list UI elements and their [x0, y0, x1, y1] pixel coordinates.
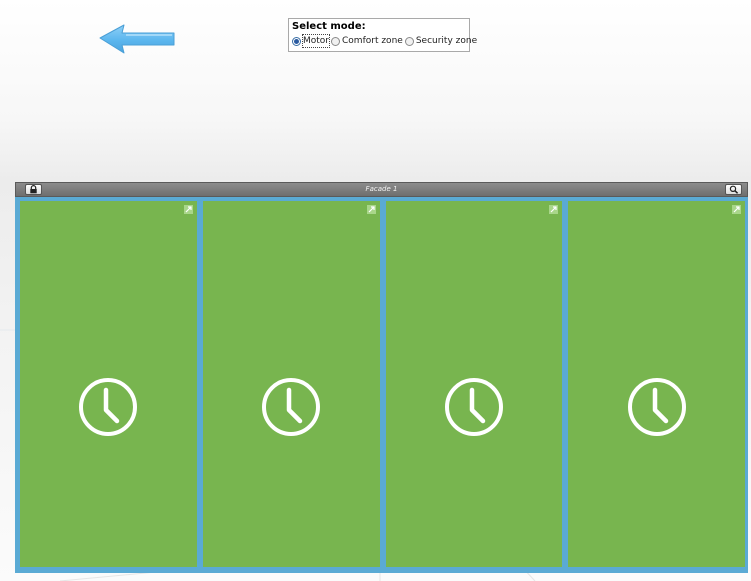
expand-icon[interactable]	[732, 205, 741, 214]
expand-icon[interactable]	[366, 205, 376, 214]
mode-option-comfort-zone[interactable]: Comfort zone	[331, 35, 403, 47]
mode-option-security-zone[interactable]: Security zone	[404, 35, 478, 47]
back-arrow-icon	[99, 24, 175, 54]
clock-icon	[262, 378, 321, 436]
mode-selector: Select mode: Motor Comfort zone Security…	[288, 18, 477, 52]
back-arrow-button[interactable]	[96, 22, 178, 56]
mode-options: Motor Comfort zone Security zone	[292, 34, 477, 48]
facade-titlebar: Facade 1	[15, 182, 748, 197]
mode-option-security-zone-label: Security zone	[415, 36, 478, 46]
mode-option-motor-label: Motor	[301, 34, 331, 48]
facade-tile-1[interactable]	[20, 201, 197, 567]
facade-tile-4[interactable]	[568, 201, 745, 567]
facade-tile-2[interactable]	[202, 201, 380, 567]
mode-option-motor[interactable]: Motor	[292, 34, 331, 48]
expand-icon[interactable]	[183, 205, 193, 214]
expand-icon[interactable]	[549, 205, 559, 214]
radio-motor[interactable]	[292, 36, 301, 46]
clock-icon	[444, 378, 503, 436]
facade-tiles	[20, 201, 745, 567]
mode-option-comfort-zone-label: Comfort zone	[342, 36, 403, 46]
zoom-icon	[729, 185, 738, 194]
mode-selector-title: Select mode:	[292, 21, 366, 32]
zoom-button[interactable]	[725, 184, 742, 195]
facade-title: Facade 1	[365, 185, 398, 193]
facade-panel: Facade 1	[15, 182, 748, 573]
radio-security-zone[interactable]	[404, 36, 414, 46]
clock-icon	[627, 378, 686, 436]
radio-comfort-zone[interactable]	[331, 36, 341, 46]
facade-tile-3[interactable]	[385, 201, 563, 567]
clock-icon	[79, 378, 138, 436]
